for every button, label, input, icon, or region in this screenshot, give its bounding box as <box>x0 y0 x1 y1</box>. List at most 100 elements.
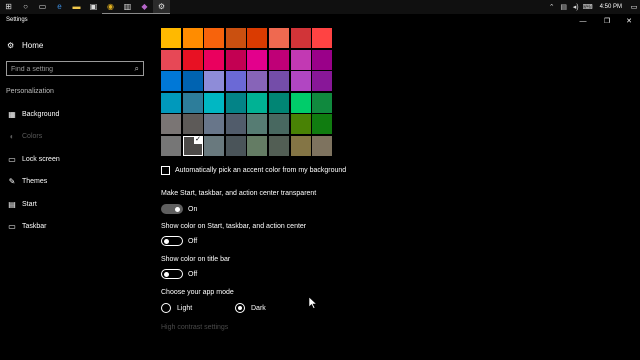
accent-color-swatch[interactable] <box>247 28 267 48</box>
accent-color-swatch[interactable] <box>269 28 289 48</box>
chrome-icon[interactable]: ◉ <box>102 0 119 14</box>
app-mode-dark-option[interactable]: Dark <box>235 303 266 313</box>
sidebar-item-taskbar[interactable]: ▭ Taskbar <box>7 220 47 232</box>
accent-color-swatch[interactable] <box>269 114 289 134</box>
chevron-up-icon[interactable]: ⌃ <box>546 0 558 14</box>
accent-color-swatch[interactable] <box>204 28 224 48</box>
accent-color-swatch[interactable] <box>161 114 181 134</box>
show-color-start-state: Off <box>188 237 198 245</box>
search-icon[interactable]: ⌕ <box>135 64 139 74</box>
cortana-icon[interactable]: ○ <box>17 0 34 14</box>
accent-color-swatch[interactable] <box>226 114 246 134</box>
app-mode-light-label: Light <box>177 304 193 312</box>
home-label: Home <box>22 41 44 50</box>
palette-icon: ◐ <box>9 131 15 141</box>
accent-color-swatch[interactable] <box>312 114 332 134</box>
transparency-toggle-row: On <box>161 204 197 214</box>
sidebar-item-label: Themes <box>22 177 48 185</box>
accent-color-swatch[interactable] <box>312 136 332 156</box>
accent-color-swatch[interactable] <box>161 50 181 70</box>
photos-icon[interactable]: ▥ <box>119 0 136 14</box>
accent-color-swatch[interactable] <box>269 93 289 113</box>
lock-screen-icon: ▭ <box>8 154 16 164</box>
accent-color-swatch[interactable] <box>247 71 267 91</box>
app-mode-light-radio[interactable] <box>161 303 171 313</box>
settings-icon[interactable]: ⚙ <box>153 0 170 14</box>
accent-color-swatch[interactable] <box>291 50 311 70</box>
sidebar-item-colors[interactable]: ◐ Colors <box>7 130 43 142</box>
checkmark-icon: ✓ <box>194 136 202 144</box>
accent-color-swatch[interactable] <box>291 28 311 48</box>
accent-color-swatch[interactable] <box>312 50 332 70</box>
accent-color-swatch[interactable] <box>312 71 332 91</box>
accent-color-swatch[interactable] <box>161 136 181 156</box>
sidebar-item-lock-screen[interactable]: ▭ Lock screen <box>7 153 60 165</box>
accent-color-swatch[interactable] <box>226 71 246 91</box>
high-contrast-settings-link[interactable]: High contrast settings <box>161 324 228 331</box>
accent-color-swatch[interactable] <box>183 114 203 134</box>
sidebar-item-themes[interactable]: ✎ Themes <box>7 175 48 187</box>
gear-icon: ⚙ <box>7 41 15 50</box>
accent-color-swatch[interactable] <box>269 136 289 156</box>
home-link[interactable]: ⚙ Home <box>7 41 43 50</box>
accent-color-swatch[interactable] <box>204 50 224 70</box>
accent-color-swatch[interactable] <box>312 28 332 48</box>
accent-color-swatch[interactable] <box>291 136 311 156</box>
store-icon[interactable]: ▣ <box>85 0 102 14</box>
maximize-button[interactable]: ❐ <box>596 14 618 28</box>
accent-color-swatch[interactable] <box>247 136 267 156</box>
accent-color-swatch[interactable] <box>269 71 289 91</box>
notification-icon[interactable]: ▭ <box>628 0 640 14</box>
accent-color-swatch[interactable] <box>247 93 267 113</box>
accent-color-swatch[interactable] <box>204 136 224 156</box>
sidebar-item-start[interactable]: ▤ Start <box>7 198 37 210</box>
accent-color-swatch[interactable]: ✓ <box>183 136 203 156</box>
volume-icon[interactable]: ◂) <box>570 0 582 14</box>
auto-pick-accent-checkbox[interactable] <box>161 166 170 175</box>
sidebar-item-background[interactable]: ▦ Background <box>7 108 59 120</box>
transparency-label: Make Start, taskbar, and action center t… <box>161 190 317 197</box>
accent-color-swatch[interactable] <box>204 114 224 134</box>
accent-color-swatch[interactable] <box>204 93 224 113</box>
search-box[interactable]: ⌕ <box>6 61 144 76</box>
accent-color-swatch[interactable] <box>291 114 311 134</box>
accent-color-swatch[interactable] <box>291 71 311 91</box>
taskbar: ⊞ ○ ▭ e ▬ ▣ ◉ ▥ ◆ ⚙ ⌃ ▤ ◂) ⌨ 4:50 PM ▭ <box>0 0 640 14</box>
accent-color-swatch[interactable] <box>183 71 203 91</box>
accent-color-swatch[interactable] <box>269 50 289 70</box>
accent-color-swatch[interactable] <box>161 93 181 113</box>
accent-color-swatch[interactable] <box>247 50 267 70</box>
close-button[interactable]: ✕ <box>618 14 640 28</box>
search-input[interactable] <box>11 64 129 74</box>
show-color-start-toggle[interactable] <box>161 236 183 246</box>
clock[interactable]: 4:50 PM <box>594 4 628 10</box>
show-color-titlebar-toggle[interactable] <box>161 269 183 279</box>
accent-color-swatch[interactable] <box>183 50 203 70</box>
accent-color-swatch[interactable] <box>226 50 246 70</box>
accent-color-swatch[interactable] <box>161 71 181 91</box>
sidebar-item-label: Taskbar <box>22 222 47 230</box>
show-color-titlebar-label: Show color on title bar <box>161 256 231 263</box>
auto-pick-accent-row[interactable]: Automatically pick an accent color from … <box>161 166 346 175</box>
accent-color-swatch[interactable] <box>226 93 246 113</box>
app-mode-light-option[interactable]: Light <box>161 303 192 313</box>
edge-icon[interactable]: e <box>51 0 68 14</box>
app-mode-dark-radio[interactable] <box>235 303 245 313</box>
accent-color-swatch[interactable] <box>291 93 311 113</box>
task-view-icon[interactable]: ▭ <box>34 0 51 14</box>
accent-color-swatch[interactable] <box>204 71 224 91</box>
accent-color-swatch[interactable] <box>161 28 181 48</box>
accent-color-swatch[interactable] <box>183 28 203 48</box>
transparency-toggle[interactable] <box>161 204 183 214</box>
accent-color-swatch[interactable] <box>312 93 332 113</box>
accent-color-swatch[interactable] <box>226 136 246 156</box>
accent-color-swatch[interactable] <box>247 114 267 134</box>
accent-color-swatch[interactable] <box>183 93 203 113</box>
network-icon[interactable]: ▤ <box>558 0 570 14</box>
windows-start-icon[interactable]: ⊞ <box>0 0 17 14</box>
app-icon[interactable]: ◆ <box>136 0 153 14</box>
keyboard-icon[interactable]: ⌨ <box>582 0 594 14</box>
accent-color-swatch[interactable] <box>226 28 246 48</box>
file-explorer-icon[interactable]: ▬ <box>68 0 85 14</box>
minimize-button[interactable]: — <box>572 14 594 28</box>
